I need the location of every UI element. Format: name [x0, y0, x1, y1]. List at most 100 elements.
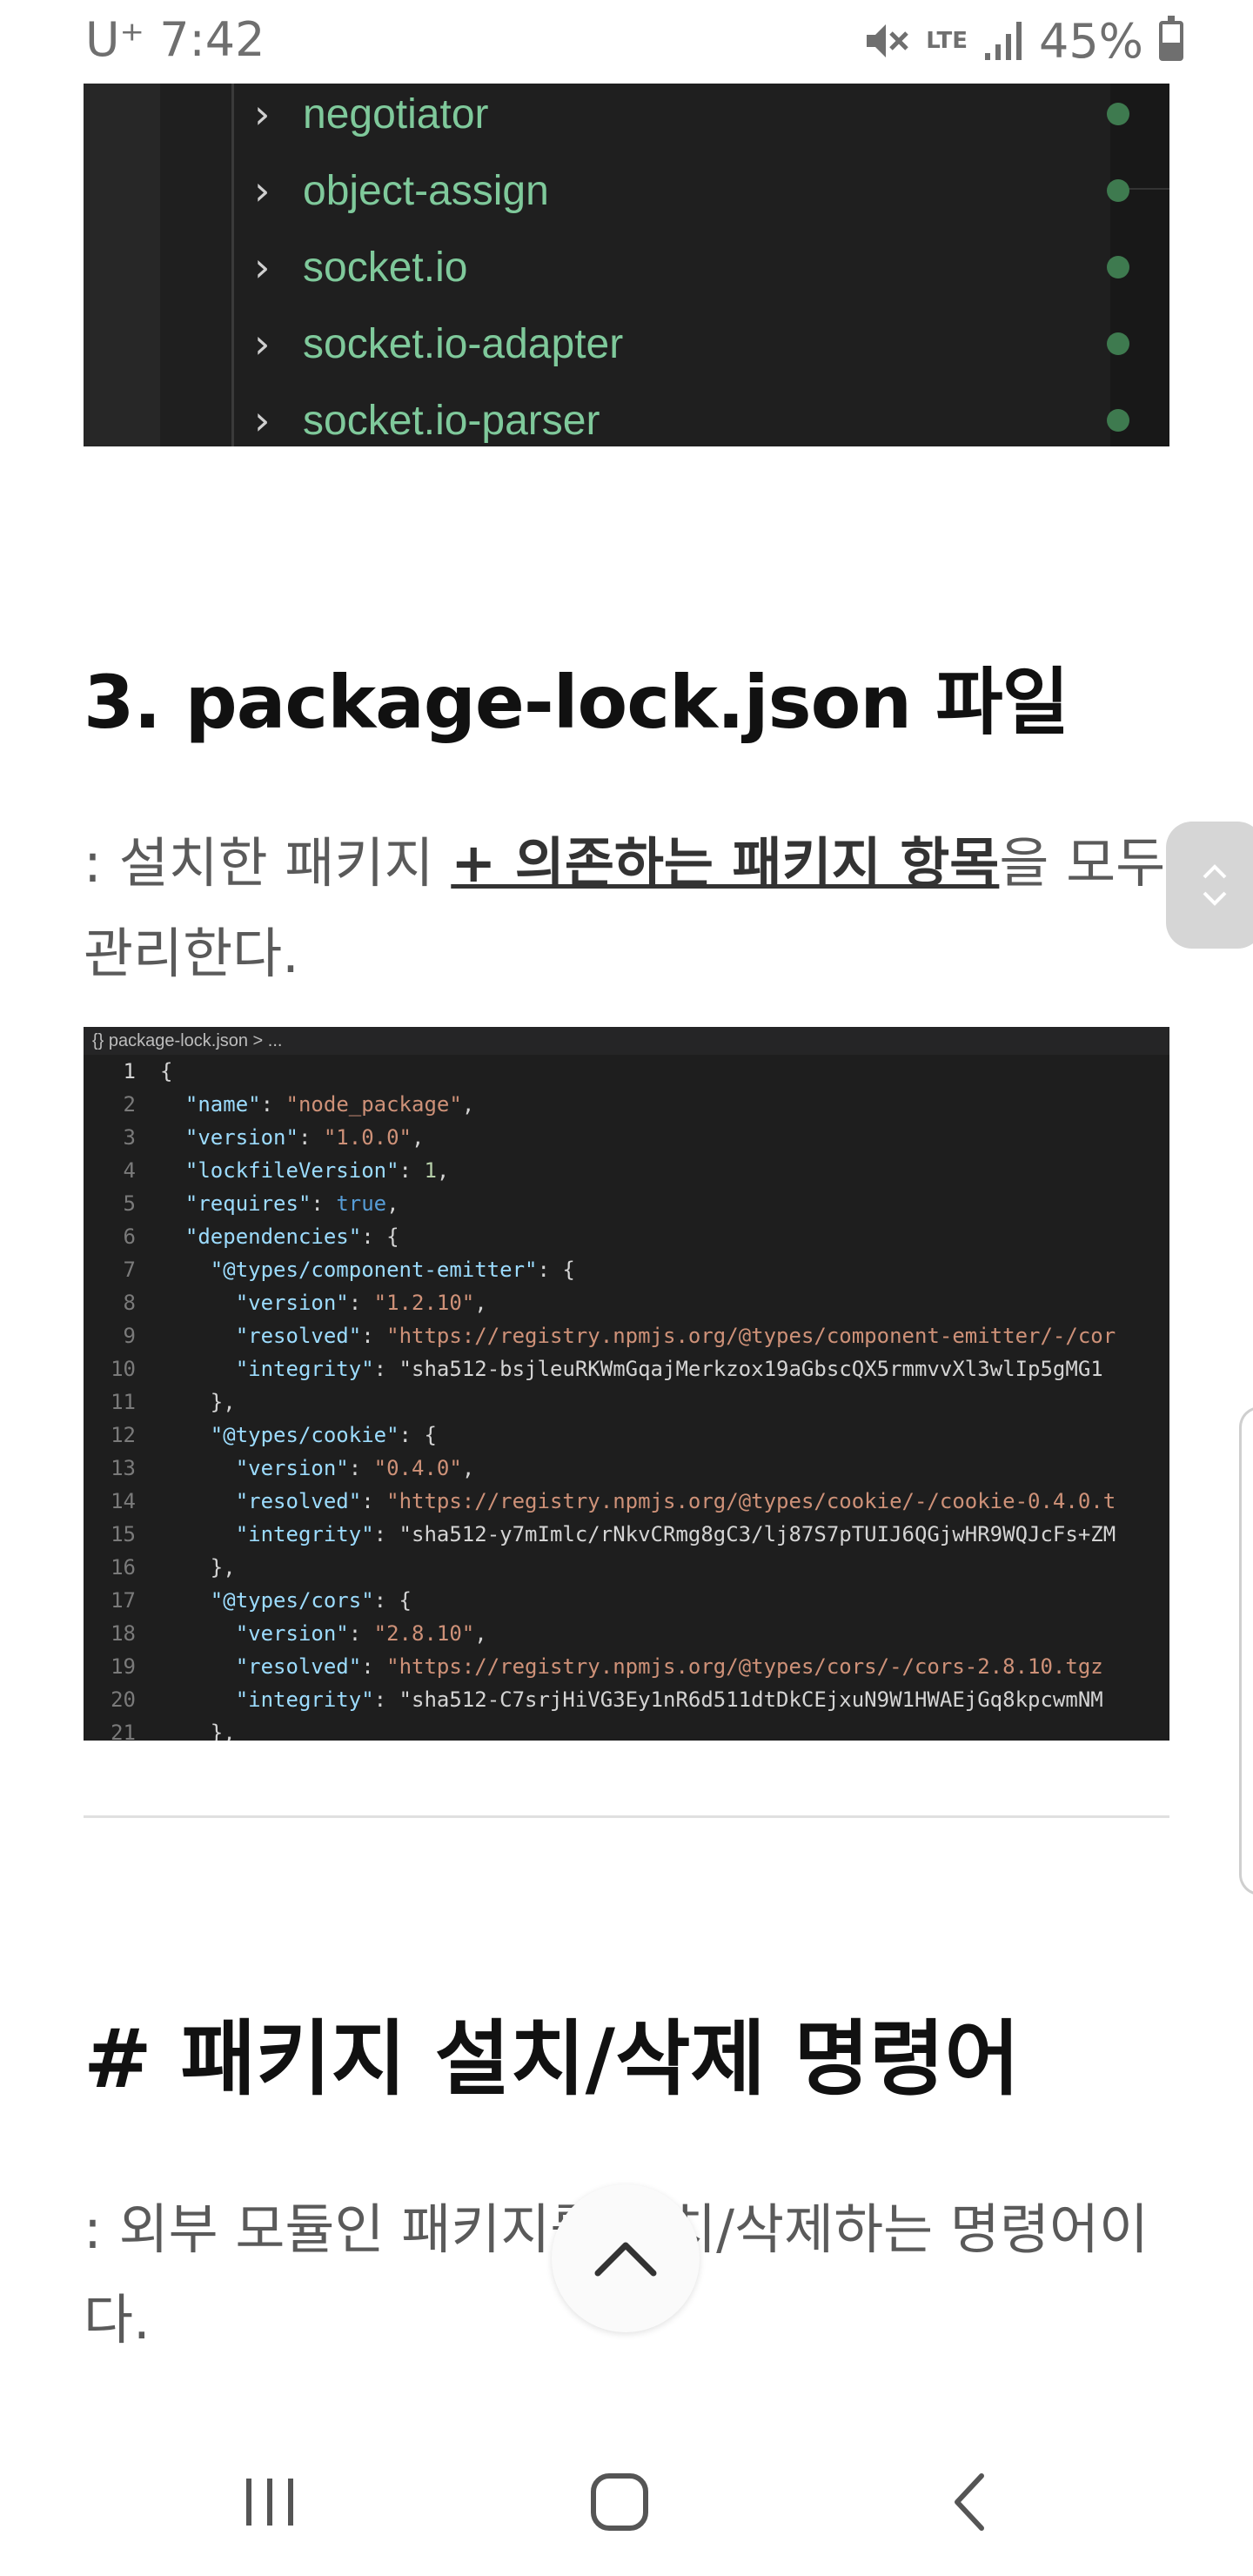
- scroll-down-icon[interactable]: [1202, 889, 1228, 907]
- code-line: 1{: [84, 1055, 1116, 1088]
- scroll-pill[interactable]: [1166, 822, 1253, 949]
- code-text: {: [160, 1059, 173, 1083]
- line-number: 8: [123, 1291, 136, 1315]
- clock: 7:42: [159, 12, 265, 67]
- edge-panel-handle[interactable]: [1239, 1406, 1253, 1895]
- line-number: 11: [111, 1390, 136, 1414]
- code-line: 17 "@types/cors": {: [84, 1584, 1116, 1617]
- code-line: 4 "lockfileVersion": 1,: [84, 1154, 1116, 1187]
- code-text: },: [160, 1721, 236, 1741]
- status-right: LTE 45%: [863, 12, 1183, 70]
- signal-icon: [984, 22, 1022, 60]
- code-text: "name": "node_package",: [184, 1092, 475, 1117]
- code-line: 7 "@types/component-emitter": {: [84, 1253, 1116, 1286]
- chevron-right-icon: ›: [254, 167, 271, 214]
- tree-indent-guide: [231, 84, 234, 446]
- scroll-to-top-button[interactable]: [552, 2184, 700, 2332]
- code-text: "lockfileVersion": 1,: [184, 1158, 450, 1183]
- status-dot-icon: [1107, 256, 1129, 278]
- editor-tab-label: {} package-lock.json > ...: [92, 1031, 283, 1050]
- tree-item[interactable]: › object-assign: [254, 160, 1129, 221]
- line-number: 10: [111, 1357, 136, 1381]
- code-text: "version": "0.4.0",: [235, 1456, 475, 1480]
- tree-item[interactable]: › negotiator: [254, 84, 1129, 144]
- home-button[interactable]: [559, 2463, 680, 2541]
- line-number: 4: [123, 1158, 136, 1183]
- code-line: 18 "version": "2.8.10",: [84, 1617, 1116, 1650]
- line-number: 14: [111, 1489, 136, 1513]
- file-tree-screenshot: › negotiator › object-assign › socket.io › sock…: [84, 84, 1169, 446]
- line-number: 3: [123, 1125, 136, 1150]
- code-text: "resolved": "https://registry.npmjs.org/…: [235, 1654, 1103, 1679]
- line-number: 6: [123, 1224, 136, 1249]
- line-number: 1: [123, 1059, 136, 1083]
- battery-icon: [1159, 16, 1183, 61]
- status-bar: U⁺ 7:42 LTE 45%: [0, 0, 1253, 84]
- scroll-up-icon[interactable]: [1202, 863, 1228, 881]
- code-text: "integrity": "sha512-bsjleuRKWmGqajMerkz…: [235, 1357, 1103, 1381]
- code-line: 11 },: [84, 1385, 1116, 1419]
- code-text: },: [160, 1390, 236, 1414]
- code-screenshot: {} package-lock.json > ... 1{2 "name": "…: [84, 1027, 1169, 1741]
- code-line: 6 "dependencies": {: [84, 1220, 1116, 1253]
- code-line: 5 "requires": true,: [84, 1187, 1116, 1220]
- line-number: 7: [123, 1258, 136, 1282]
- code-line: 10 "integrity": "sha512-bsjleuRKWmGqajMe…: [84, 1352, 1116, 1385]
- line-number: 16: [111, 1555, 136, 1580]
- section-heading-commands: # 패키지 설치/삭제 명령어: [84, 2012, 1021, 2107]
- line-number: 19: [111, 1654, 136, 1679]
- code-line: 13 "version": "0.4.0",: [84, 1452, 1116, 1485]
- code-lines: 1{2 "name": "node_package", 3 "version": …: [84, 1055, 1116, 1741]
- code-text: "resolved": "https://registry.npmjs.org/…: [235, 1489, 1116, 1513]
- code-line: 20 "integrity": "sha512-C7srjHiVG3Ey1nR6…: [84, 1683, 1116, 1716]
- code-text: "dependencies": {: [184, 1224, 399, 1249]
- carrier-label: U⁺: [85, 12, 145, 67]
- line-number: 9: [123, 1324, 136, 1348]
- code-line: 15 "integrity": "sha512-y7mImlc/rNkvCRmg…: [84, 1518, 1116, 1551]
- code-line: 9 "resolved": "https://registry.npmjs.or…: [84, 1319, 1116, 1352]
- navigation-bar: [0, 2428, 1253, 2576]
- chevron-right-icon: ›: [254, 91, 271, 138]
- code-line: 12 "@types/cookie": {: [84, 1419, 1116, 1452]
- tree-item-label: socket.io: [303, 244, 468, 291]
- line-number: 21: [111, 1721, 136, 1741]
- tree-item[interactable]: › socket.io-parser: [254, 390, 1129, 446]
- status-dot-icon: [1107, 332, 1129, 355]
- code-text: "requires": true,: [184, 1191, 399, 1216]
- code-text: },: [160, 1555, 236, 1580]
- tree-item-label: socket.io-adapter: [303, 320, 624, 367]
- tree-gutter: [84, 84, 160, 446]
- editor-tab: {} package-lock.json > ...: [84, 1027, 1169, 1055]
- tree-item-label: object-assign: [303, 167, 549, 214]
- home-icon: [591, 2473, 648, 2531]
- tree-item[interactable]: › socket.io: [254, 237, 1129, 298]
- code-line: 8 "version": "1.2.10",: [84, 1286, 1116, 1319]
- code-text: "@types/cors": {: [210, 1588, 412, 1613]
- code-line: 3 "version": "1.0.0",: [84, 1121, 1116, 1154]
- lte-icon: LTE: [926, 28, 968, 54]
- line-number: 12: [111, 1423, 136, 1447]
- status-dot-icon: [1107, 179, 1129, 202]
- section-paragraph: : 설치한 패키지 + 의존하는 패키지 항목을 모두 관리한다.: [84, 818, 1171, 999]
- status-dot-icon: [1107, 103, 1129, 125]
- code-text: "version": "1.2.10",: [235, 1291, 487, 1315]
- paragraph-emphasis: + 의존하는 패키지 항목: [451, 831, 1000, 895]
- line-number: 18: [111, 1621, 136, 1646]
- status-left: U⁺ 7:42: [85, 12, 265, 67]
- line-number: 13: [111, 1456, 136, 1480]
- line-number: 2: [123, 1092, 136, 1117]
- line-number: 20: [111, 1687, 136, 1712]
- tree-item-label: negotiator: [303, 91, 489, 138]
- code-line: 14 "resolved": "https://registry.npmjs.o…: [84, 1485, 1116, 1518]
- chevron-right-icon: ›: [254, 320, 271, 367]
- code-text: "version": "1.0.0",: [184, 1125, 425, 1150]
- tree-item[interactable]: › socket.io-adapter: [254, 313, 1129, 374]
- section-heading-package-lock: 3. package-lock.json 파일: [84, 660, 1069, 745]
- recent-apps-button[interactable]: [209, 2463, 331, 2541]
- back-button[interactable]: [908, 2463, 1030, 2541]
- line-number: 15: [111, 1522, 136, 1546]
- chevron-right-icon: ›: [254, 397, 271, 444]
- code-text: "version": "2.8.10",: [235, 1621, 487, 1646]
- divider: [84, 1815, 1169, 1818]
- code-text: "resolved": "https://registry.npmjs.org/…: [235, 1324, 1116, 1348]
